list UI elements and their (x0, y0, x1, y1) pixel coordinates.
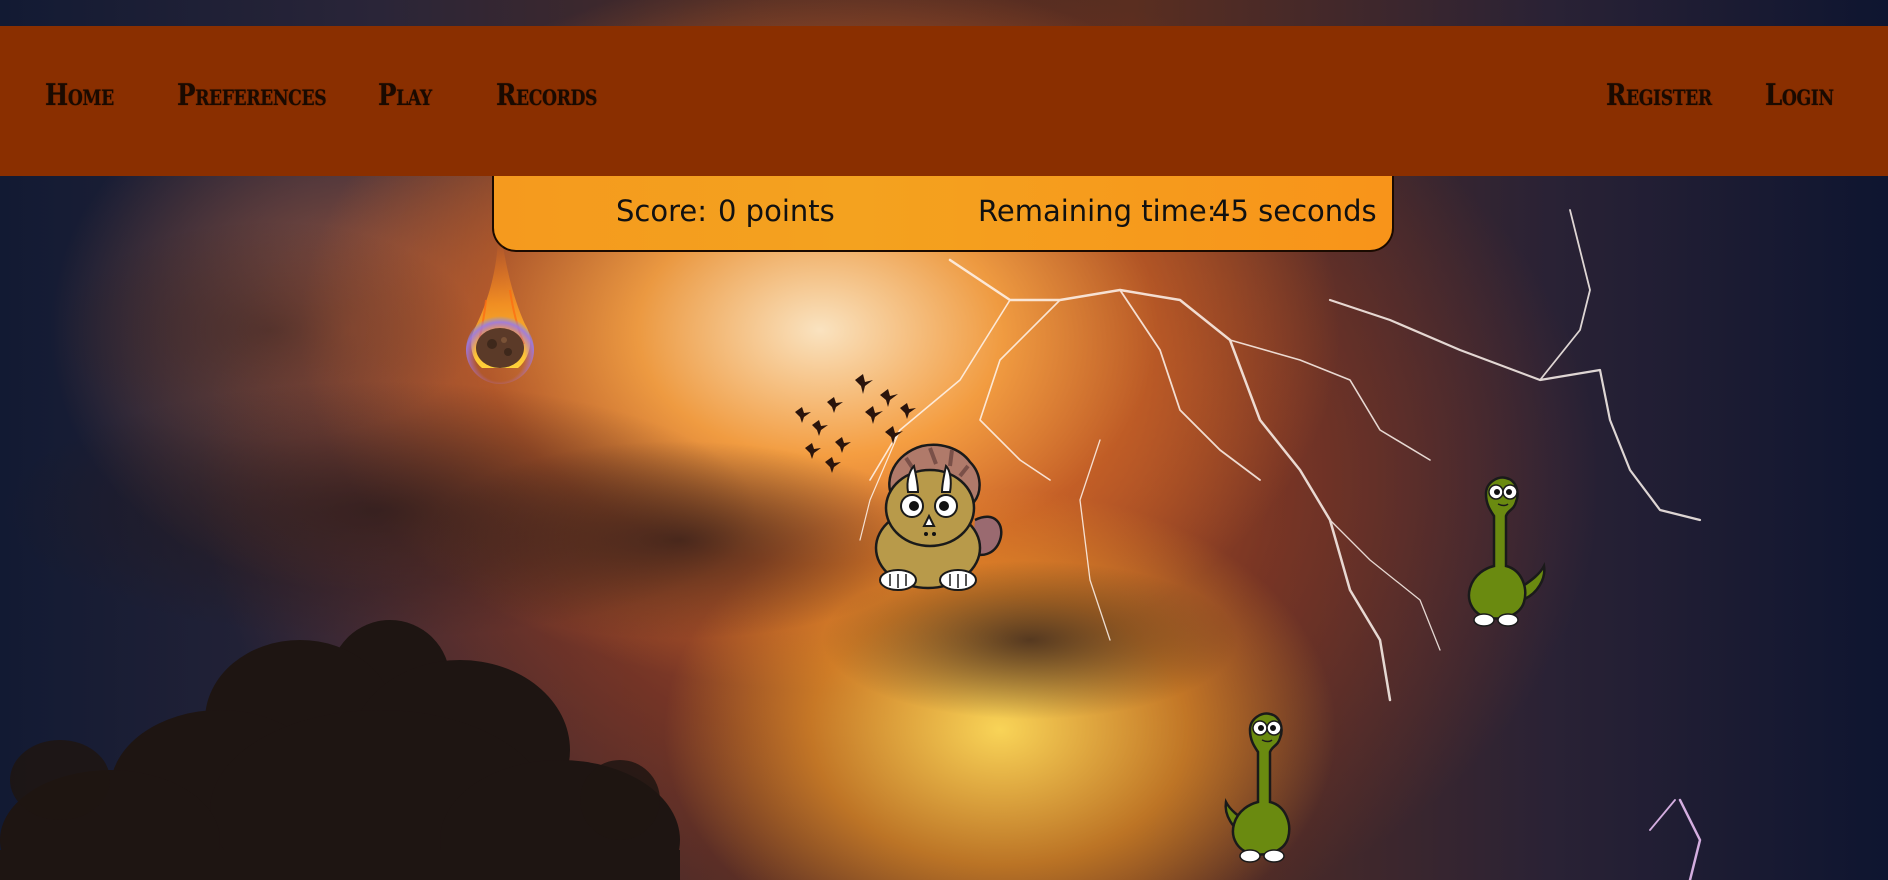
time-label: Remaining time: (978, 194, 1217, 228)
tree-silhouette (0, 620, 680, 880)
nav-preferences-link[interactable]: Preferences (177, 76, 327, 116)
meteor-icon[interactable] (458, 240, 542, 385)
nav-records-link[interactable]: Records (496, 76, 598, 116)
nav-register-link[interactable]: Register (1606, 76, 1712, 116)
triceratops-icon[interactable] (860, 440, 1010, 595)
score-value: 0 points (718, 194, 835, 228)
nav-home-link[interactable]: Home (45, 76, 114, 116)
brachiosaurus-icon[interactable] (1220, 706, 1310, 866)
nav-play-link[interactable]: Play (378, 76, 432, 116)
score-label: Score: (616, 194, 707, 228)
nav-login-link[interactable]: Login (1765, 76, 1834, 116)
game-scene: Home Preferences Play Records Register L… (0, 0, 1888, 880)
brachiosaurus-icon[interactable] (1462, 470, 1552, 630)
time-value: 45 seconds (1212, 194, 1377, 228)
hud-panel: Score: 0 points Remaining time: 45 secon… (492, 176, 1394, 252)
